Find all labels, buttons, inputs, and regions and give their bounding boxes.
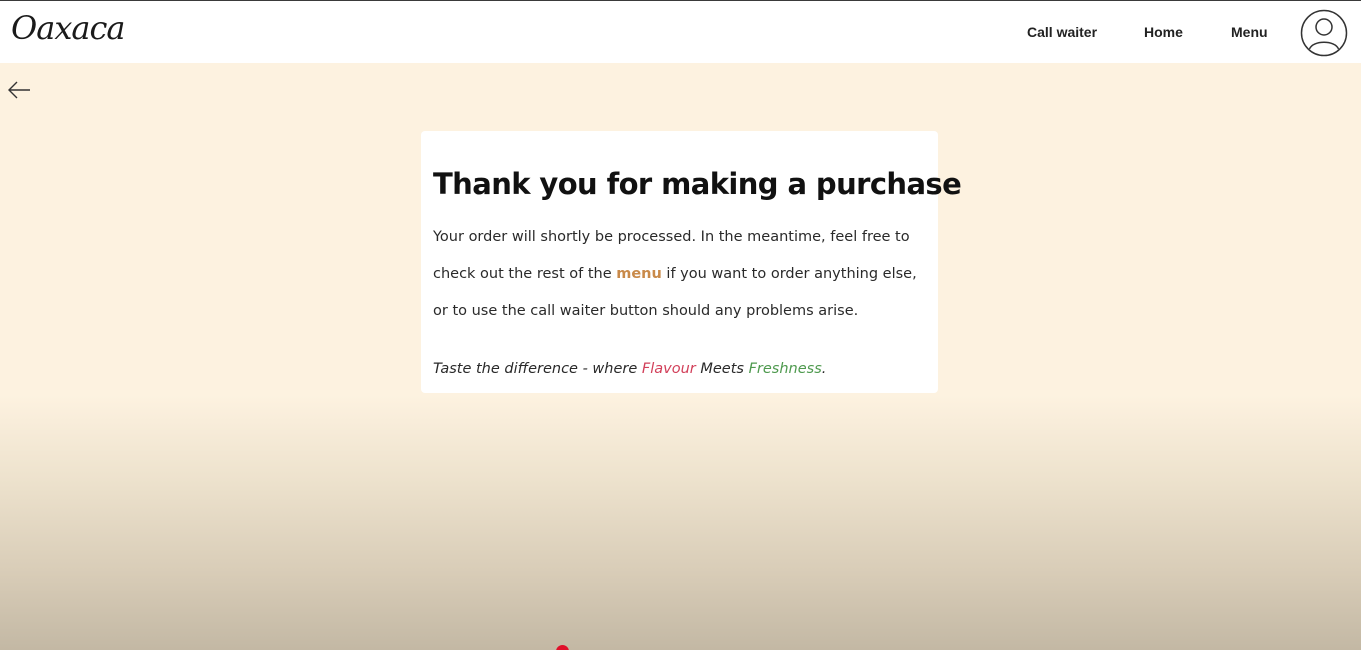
tagline-period: . (821, 361, 827, 377)
confirmation-message-line3: or to use the call waiter button should … (433, 303, 859, 319)
menu-link[interactable]: menu (616, 266, 662, 282)
arrow-left-icon[interactable] (6, 79, 32, 101)
purchase-confirmation-card: Thank you for making a purchase Your ord… (421, 131, 962, 393)
line2-prefix: check out the rest of the (433, 266, 617, 282)
tagline-flavour: Flavour (641, 361, 696, 377)
tagline-middle: Meets (695, 361, 749, 377)
nav-menu-link[interactable]: Menu (1231, 24, 1268, 40)
cursor-indicator (556, 645, 569, 650)
line2-suffix: if you want to order anything else, (661, 266, 917, 282)
nav-call-waiter-link[interactable]: Call waiter (1027, 24, 1097, 40)
tagline-prefix: Taste the difference - where (433, 361, 642, 377)
confirmation-message-line2: check out the rest of the menu if you wa… (433, 266, 917, 282)
user-avatar-icon[interactable] (1300, 9, 1348, 57)
confirmation-title: Thank you for making a purchase (433, 167, 962, 201)
tagline: Taste the difference - where Flavour Mee… (433, 361, 826, 377)
brand-logo[interactable]: Oaxaca (11, 9, 125, 47)
tagline-freshness: Freshness (748, 361, 822, 377)
top-navbar: Oaxaca Call waiter Home Menu (0, 0, 1361, 63)
confirmation-message-line1: Your order will shortly be processed. In… (433, 229, 910, 245)
nav-home-link[interactable]: Home (1144, 24, 1183, 40)
